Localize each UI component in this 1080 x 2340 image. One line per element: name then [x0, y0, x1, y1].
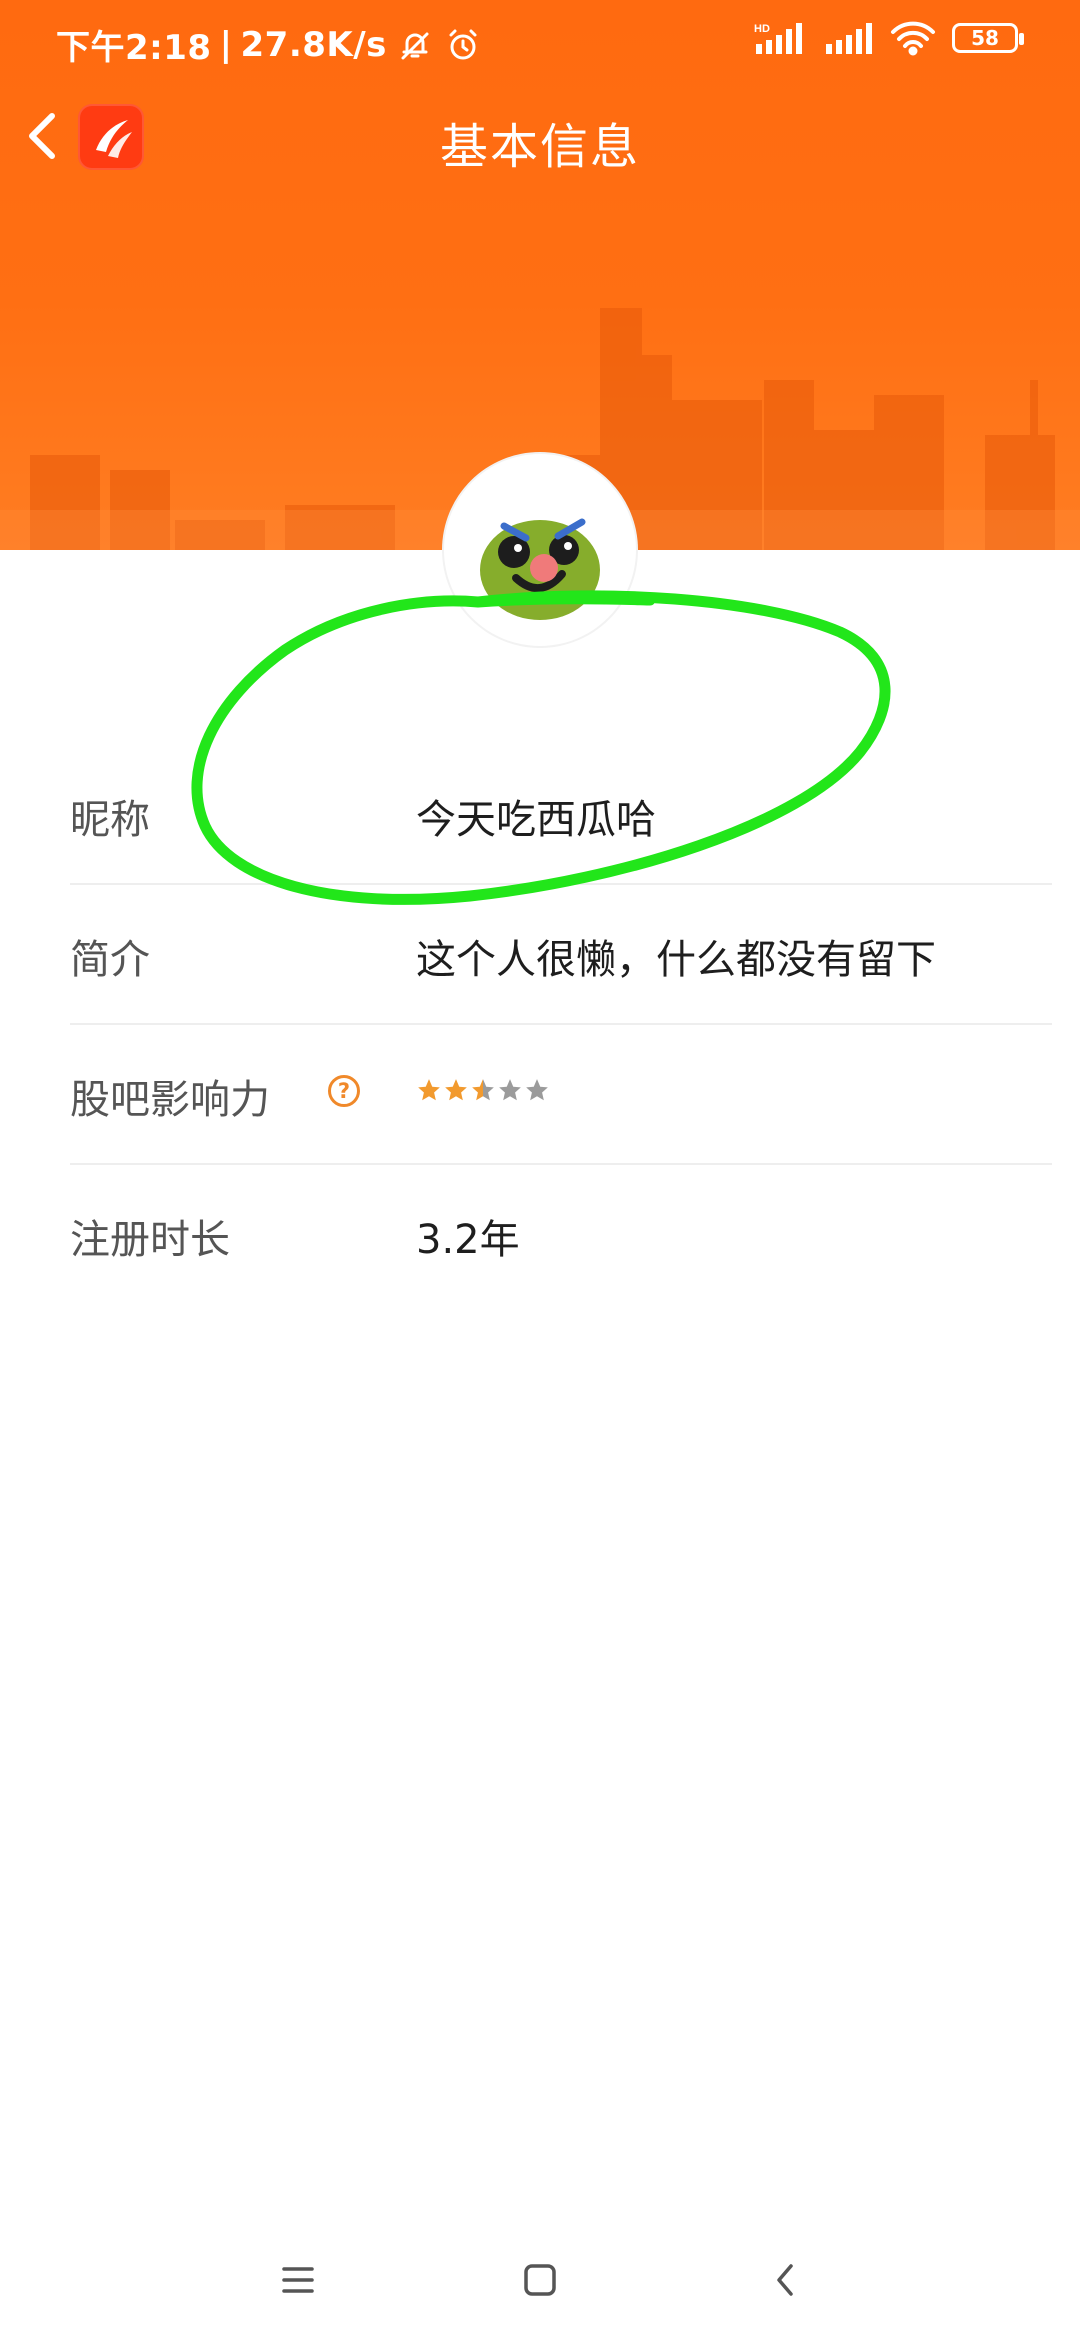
bio-label: 简介 — [70, 937, 150, 983]
bio-value: 这个人很懒，什么都没有留下 — [416, 937, 936, 983]
status-left: 下午2:18 | 27.8K/s — [56, 20, 483, 69]
influence-label: 股吧影响力 — [70, 1077, 270, 1123]
system-navigation-bar — [0, 2220, 1080, 2340]
status-network-speed: 27.8K/s — [240, 24, 387, 65]
bell-off-icon — [401, 32, 429, 59]
star-half-icon — [472, 1079, 494, 1101]
back-icon — [777, 2264, 793, 2296]
hd-label: HD — [754, 23, 770, 35]
home-icon — [524, 2264, 556, 2296]
star-empty-icon — [499, 1079, 521, 1101]
signal-icon — [826, 23, 872, 54]
nav-home-button[interactable] — [508, 2248, 572, 2312]
info-row-bio[interactable]: 简介 这个人很懒，什么都没有留下 — [70, 885, 1052, 1025]
nickname-value: 今天吃西瓜哈 — [416, 797, 656, 843]
info-row-influence: 股吧影响力 ? — [70, 1025, 1052, 1165]
registration-value: 3.2年 — [416, 1217, 520, 1263]
signal-hd-icon: HD — [754, 23, 802, 54]
status-time: 下午2:18 — [56, 28, 212, 68]
status-bar: 下午2:18 | 27.8K/s HD 58 — [0, 0, 1080, 88]
battery-icon: 58 — [952, 23, 1024, 53]
info-row-registration: 注册时长 3.2年 — [70, 1165, 1052, 1305]
profile-info-list: 昵称 今天吃西瓜哈 简介 这个人很懒，什么都没有留下 股吧影响力 ? 注册时长 … — [70, 745, 1052, 1305]
page-title: 基本信息 — [439, 119, 640, 175]
avatar[interactable] — [444, 454, 636, 646]
nav-menu-button[interactable] — [266, 2248, 330, 2312]
registration-label: 注册时长 — [70, 1217, 230, 1263]
influence-star-rating — [416, 1077, 550, 1103]
battery-level: 58 — [971, 26, 999, 50]
menu-icon — [282, 2267, 314, 2293]
status-separator: | — [219, 24, 233, 65]
star-icon — [418, 1079, 440, 1101]
nav-back-button[interactable] — [754, 2248, 818, 2312]
avatar-image — [480, 518, 600, 620]
status-right: HD 58 — [752, 20, 1024, 56]
nickname-label: 昵称 — [70, 797, 150, 843]
wifi-icon — [891, 21, 935, 56]
star-icon — [445, 1079, 467, 1101]
info-row-nickname[interactable]: 昵称 今天吃西瓜哈 — [70, 745, 1052, 885]
help-question-icon[interactable]: ? — [328, 1075, 360, 1107]
star-empty-icon — [526, 1079, 548, 1101]
alarm-icon — [449, 29, 477, 59]
